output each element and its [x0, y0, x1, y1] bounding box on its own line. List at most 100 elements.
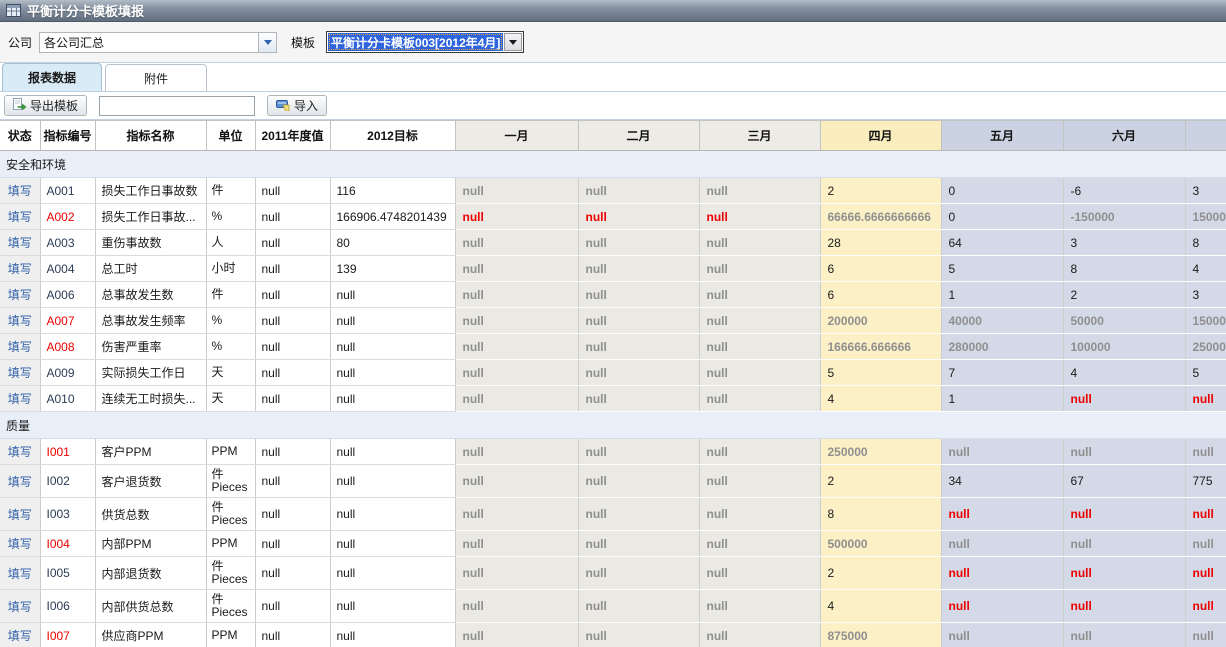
month-value-cell[interactable]: 1 — [941, 386, 1063, 412]
month-value-cell[interactable]: null — [941, 439, 1063, 465]
dropdown-arrow-icon[interactable] — [504, 33, 522, 51]
month-value-cell[interactable]: 64 — [941, 230, 1063, 256]
month-value-cell[interactable]: null — [578, 334, 699, 360]
month-value-cell[interactable]: 40000 — [941, 308, 1063, 334]
month-value-cell[interactable]: null — [578, 465, 699, 498]
month-value-cell[interactable]: null — [699, 590, 820, 623]
month-value-cell[interactable]: 200000 — [820, 308, 941, 334]
month-value-cell[interactable]: null — [699, 360, 820, 386]
company-select[interactable]: 各公司汇总 — [39, 32, 277, 53]
month-value-cell[interactable]: null — [1185, 386, 1226, 412]
column-header-2[interactable]: 指标名称 — [95, 121, 206, 151]
template-select[interactable]: 平衡计分卡模板003[2012年4月] — [326, 31, 524, 53]
import-button[interactable]: 导入 — [267, 95, 327, 116]
month-value-cell[interactable]: 4 — [1063, 360, 1185, 386]
import-file-input[interactable] — [99, 96, 255, 116]
month-value-cell[interactable]: 2 — [820, 178, 941, 204]
fill-link[interactable]: 填写 — [8, 475, 32, 489]
tab-attachments[interactable]: 附件 — [105, 64, 207, 91]
month-value-cell[interactable]: null — [699, 439, 820, 465]
month-value-cell[interactable]: null — [455, 590, 578, 623]
month-value-cell[interactable]: null — [455, 230, 578, 256]
month-value-cell[interactable]: 15000 — [1185, 308, 1226, 334]
month-value-cell[interactable]: null — [699, 465, 820, 498]
month-value-cell[interactable]: 5 — [820, 360, 941, 386]
month-value-cell[interactable]: null — [455, 531, 578, 557]
column-header-4[interactable]: 2011年度值 — [255, 121, 330, 151]
month-value-cell[interactable]: 67 — [1063, 465, 1185, 498]
month-value-cell[interactable]: null — [578, 256, 699, 282]
month-value-cell[interactable]: 25000 — [1185, 334, 1226, 360]
month-value-cell[interactable]: null — [699, 498, 820, 531]
month-value-cell[interactable]: null — [455, 439, 578, 465]
month-value-cell[interactable]: null — [699, 230, 820, 256]
month-value-cell[interactable]: null — [455, 204, 578, 230]
column-header-6[interactable]: 一月 — [455, 121, 578, 151]
month-value-cell[interactable]: null — [699, 204, 820, 230]
month-value-cell[interactable]: 280000 — [941, 334, 1063, 360]
month-value-cell[interactable]: null — [1185, 439, 1226, 465]
month-value-cell[interactable]: 775 — [1185, 465, 1226, 498]
month-value-cell[interactable]: null — [455, 360, 578, 386]
month-value-cell[interactable]: 2 — [1063, 282, 1185, 308]
month-value-cell[interactable]: 66666.6666666666 — [820, 204, 941, 230]
month-value-cell[interactable]: null — [1185, 557, 1226, 590]
month-value-cell[interactable]: null — [455, 498, 578, 531]
export-template-button[interactable]: 导出模板 — [4, 95, 87, 116]
column-header-3[interactable]: 单位 — [206, 121, 255, 151]
column-header-10[interactable]: 五月 — [941, 121, 1063, 151]
fill-link[interactable]: 填写 — [8, 236, 32, 250]
fill-link[interactable]: 填写 — [8, 537, 32, 551]
column-header-0[interactable]: 状态 — [0, 121, 40, 151]
month-value-cell[interactable]: 3 — [1185, 282, 1226, 308]
month-value-cell[interactable]: null — [578, 498, 699, 531]
month-value-cell[interactable]: 5 — [1185, 360, 1226, 386]
month-value-cell[interactable]: 875000 — [820, 623, 941, 647]
month-value-cell[interactable]: null — [455, 256, 578, 282]
fill-link[interactable]: 填写 — [8, 262, 32, 276]
month-value-cell[interactable]: null — [578, 557, 699, 590]
month-value-cell[interactable]: null — [578, 178, 699, 204]
month-value-cell[interactable]: null — [1185, 590, 1226, 623]
month-value-cell[interactable]: 166666.666666 — [820, 334, 941, 360]
chevron-down-icon[interactable] — [258, 33, 276, 52]
month-value-cell[interactable]: 15000 — [1185, 204, 1226, 230]
month-value-cell[interactable]: 6 — [820, 256, 941, 282]
month-value-cell[interactable]: null — [1185, 531, 1226, 557]
month-value-cell[interactable]: null — [578, 204, 699, 230]
fill-link[interactable]: 填写 — [8, 508, 32, 522]
month-value-cell[interactable]: null — [941, 623, 1063, 647]
month-value-cell[interactable]: null — [1063, 623, 1185, 647]
month-value-cell[interactable]: null — [699, 334, 820, 360]
month-value-cell[interactable]: 3 — [1063, 230, 1185, 256]
month-value-cell[interactable]: 500000 — [820, 531, 941, 557]
month-value-cell[interactable]: null — [1185, 623, 1226, 647]
column-header-5[interactable]: 2012目标 — [330, 121, 455, 151]
month-value-cell[interactable]: null — [1185, 498, 1226, 531]
month-value-cell[interactable]: null — [941, 498, 1063, 531]
month-value-cell[interactable]: null — [455, 282, 578, 308]
month-value-cell[interactable]: null — [455, 178, 578, 204]
fill-link[interactable]: 填写 — [8, 567, 32, 581]
month-value-cell[interactable]: -150000 — [1063, 204, 1185, 230]
month-value-cell[interactable]: 3 — [1185, 178, 1226, 204]
month-value-cell[interactable]: null — [455, 308, 578, 334]
month-value-cell[interactable]: null — [578, 386, 699, 412]
month-value-cell[interactable]: 8 — [1185, 230, 1226, 256]
month-value-cell[interactable]: 7 — [941, 360, 1063, 386]
month-value-cell[interactable]: 8 — [1063, 256, 1185, 282]
month-value-cell[interactable]: null — [455, 334, 578, 360]
month-value-cell[interactable]: 34 — [941, 465, 1063, 498]
month-value-cell[interactable]: null — [578, 360, 699, 386]
month-value-cell[interactable]: null — [1063, 498, 1185, 531]
column-header-9[interactable]: 四月 — [820, 121, 941, 151]
month-value-cell[interactable]: 4 — [820, 590, 941, 623]
month-value-cell[interactable]: null — [699, 386, 820, 412]
fill-link[interactable]: 填写 — [8, 184, 32, 198]
month-value-cell[interactable]: null — [578, 230, 699, 256]
month-value-cell[interactable]: null — [455, 623, 578, 647]
month-value-cell[interactable]: 0 — [941, 204, 1063, 230]
fill-link[interactable]: 填写 — [8, 445, 32, 459]
fill-link[interactable]: 填写 — [8, 288, 32, 302]
fill-link[interactable]: 填写 — [8, 340, 32, 354]
